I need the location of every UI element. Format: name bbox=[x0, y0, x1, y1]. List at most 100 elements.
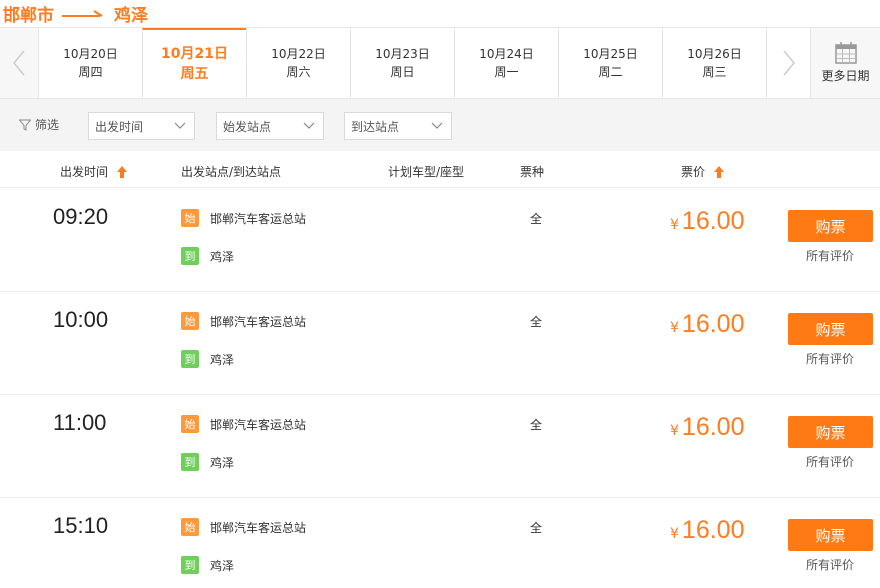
route-title: 邯郸市 鸡泽 bbox=[3, 0, 148, 26]
table-row: 10:00 始 邯郸汽车客运总站 到 鸡泽 全 ¥ 16.00 购票 所有评价 bbox=[0, 292, 880, 395]
date-label: 10月26日 bbox=[687, 47, 742, 61]
route-destination: 鸡泽 bbox=[114, 5, 148, 26]
arrival-station: 到 鸡泽 bbox=[181, 453, 234, 471]
sort-by-time[interactable]: 出发时间 bbox=[60, 163, 128, 180]
arrival-station: 到 鸡泽 bbox=[181, 247, 234, 265]
departure-badge: 始 bbox=[181, 518, 199, 536]
departure-badge: 始 bbox=[181, 415, 199, 433]
header-stations: 出发站点/到达站点 bbox=[181, 163, 281, 180]
departure-time: 10:00 bbox=[53, 307, 109, 332]
origin-station-select-value: 始发站点 bbox=[223, 119, 272, 134]
filter-label: 筛选 bbox=[19, 116, 59, 133]
ticket-price: ¥ 16.00 bbox=[670, 413, 744, 442]
filter-label-text: 筛选 bbox=[35, 118, 60, 132]
date-item-1026[interactable]: 10月26日 周三 bbox=[662, 28, 766, 98]
departure-station-name: 邯郸汽车客运总站 bbox=[210, 314, 307, 329]
price-amount: 16.00 bbox=[681, 413, 745, 441]
table-header: 出发时间 出发站点/到达站点 计划车型/座型 票种 票价 bbox=[0, 152, 880, 188]
buy-ticket-button[interactable]: 购票 bbox=[788, 416, 873, 448]
ticket-type: 全 bbox=[530, 315, 543, 329]
currency-symbol: ¥ bbox=[670, 423, 679, 439]
date-label: 10月24日 bbox=[479, 47, 534, 61]
header-vehicle: 计划车型/座型 bbox=[388, 163, 464, 180]
date-label: 10月22日 bbox=[271, 47, 326, 61]
table-row: 09:20 始 邯郸汽车客运总站 到 鸡泽 全 ¥ 16.00 购票 所有评价 bbox=[0, 189, 880, 292]
departure-badge: 始 bbox=[181, 209, 199, 227]
arrival-badge: 到 bbox=[181, 556, 199, 574]
departure-time-select[interactable]: 出发时间 bbox=[88, 112, 195, 140]
next-dates-button[interactable] bbox=[766, 28, 811, 98]
departure-station: 始 邯郸汽车客运总站 bbox=[181, 312, 306, 330]
prev-dates-button[interactable] bbox=[0, 28, 38, 98]
funnel-icon bbox=[19, 119, 31, 131]
chevron-down-icon bbox=[174, 122, 186, 129]
currency-symbol: ¥ bbox=[670, 320, 679, 336]
header-ticket-type: 票种 bbox=[520, 163, 544, 180]
arrival-badge: 到 bbox=[181, 350, 199, 368]
weekday-label: 周日 bbox=[390, 65, 415, 79]
all-reviews-link[interactable]: 所有评价 bbox=[806, 453, 854, 470]
weekday-label: 周四 bbox=[78, 65, 103, 79]
arrow-up-icon bbox=[117, 165, 128, 178]
date-label: 10月21日 bbox=[161, 46, 228, 62]
arrival-station-name: 鸡泽 bbox=[210, 455, 235, 470]
arrival-station-name: 鸡泽 bbox=[210, 249, 235, 264]
ticket-type: 全 bbox=[530, 212, 543, 226]
ticket-type: 全 bbox=[530, 521, 543, 535]
arrival-station-select[interactable]: 到达站点 bbox=[344, 112, 452, 140]
all-reviews-link[interactable]: 所有评价 bbox=[806, 556, 854, 573]
calendar-icon bbox=[834, 42, 857, 64]
price-amount: 16.00 bbox=[681, 207, 745, 235]
ticket-type: 全 bbox=[530, 418, 543, 432]
buy-ticket-button[interactable]: 购票 bbox=[788, 313, 873, 345]
route-origin: 邯郸市 bbox=[3, 5, 54, 26]
currency-symbol: ¥ bbox=[670, 217, 679, 233]
weekday-label: 周三 bbox=[702, 65, 727, 79]
more-dates-label: 更多日期 bbox=[821, 69, 870, 83]
date-item-1022[interactable]: 10月22日 周六 bbox=[246, 28, 350, 98]
date-item-1021[interactable]: 10月21日 周五 bbox=[142, 28, 246, 98]
date-item-1024[interactable]: 10月24日 周一 bbox=[454, 28, 558, 98]
header-price: 票价 bbox=[681, 165, 706, 179]
arrival-station-select-value: 到达站点 bbox=[351, 119, 400, 134]
departure-time: 11:00 bbox=[53, 410, 107, 435]
arrival-badge: 到 bbox=[181, 247, 199, 265]
chevron-right-icon bbox=[782, 50, 795, 76]
date-label: 10月23日 bbox=[375, 47, 430, 61]
date-item-1025[interactable]: 10月25日 周二 bbox=[558, 28, 662, 98]
departure-station: 始 邯郸汽车客运总站 bbox=[181, 415, 306, 433]
all-reviews-link[interactable]: 所有评价 bbox=[806, 247, 854, 264]
date-bar: 10月20日 周四 10月21日 周五 10月22日 周六 10月23日 周日 … bbox=[0, 27, 880, 99]
weekday-label: 周五 bbox=[180, 66, 209, 82]
departure-station-name: 邯郸汽车客运总站 bbox=[210, 211, 307, 226]
header-stations-label: 出发站点/到达站点 bbox=[181, 165, 282, 179]
filter-bar: 筛选 出发时间 始发站点 到达站点 bbox=[0, 99, 880, 151]
date-item-1023[interactable]: 10月23日 周日 bbox=[350, 28, 454, 98]
arrival-station: 到 鸡泽 bbox=[181, 350, 234, 368]
header-time: 出发时间 bbox=[60, 165, 109, 179]
ticket-price: ¥ 16.00 bbox=[670, 310, 744, 339]
departure-badge: 始 bbox=[181, 312, 199, 330]
all-reviews-link[interactable]: 所有评价 bbox=[806, 350, 854, 367]
arrival-badge: 到 bbox=[181, 453, 199, 471]
buy-ticket-button[interactable]: 购票 bbox=[788, 519, 873, 551]
weekday-label: 周二 bbox=[598, 65, 623, 79]
departure-station-name: 邯郸汽车客运总站 bbox=[210, 520, 307, 535]
date-item-1020[interactable]: 10月20日 周四 bbox=[38, 28, 142, 98]
date-label: 10月20日 bbox=[63, 47, 118, 61]
buy-ticket-button[interactable]: 购票 bbox=[788, 210, 873, 242]
departure-time: 15:10 bbox=[53, 513, 109, 538]
weekday-label: 周六 bbox=[286, 65, 311, 79]
sort-by-price[interactable]: 票价 bbox=[681, 163, 725, 180]
arrow-up-icon bbox=[714, 165, 725, 178]
departure-station: 始 邯郸汽车客运总站 bbox=[181, 209, 306, 227]
chevron-left-icon bbox=[13, 50, 25, 76]
ticket-price: ¥ 16.00 bbox=[670, 516, 744, 545]
arrival-station-name: 鸡泽 bbox=[210, 558, 235, 573]
origin-station-select[interactable]: 始发站点 bbox=[216, 112, 324, 140]
ticket-price: ¥ 16.00 bbox=[670, 207, 744, 236]
more-dates-button[interactable]: 更多日期 bbox=[811, 28, 880, 98]
arrival-station: 到 鸡泽 bbox=[181, 556, 234, 574]
route-arrow-icon bbox=[62, 7, 106, 19]
date-list: 10月20日 周四 10月21日 周五 10月22日 周六 10月23日 周日 … bbox=[38, 28, 766, 98]
